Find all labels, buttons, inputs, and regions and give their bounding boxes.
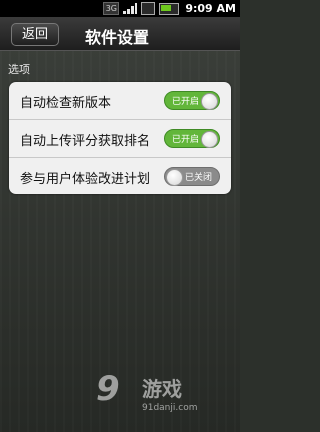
- section-label: 选项: [8, 63, 30, 76]
- toggle-knob: [201, 131, 218, 148]
- toggle-state-label: 已开启: [172, 97, 200, 107]
- setting-row-auto-check-update[interactable]: 自动检查新版本 已开启: [9, 82, 231, 120]
- settings-panel: 自动检查新版本 已开启 自动上传评分获取排名 已开启 参与用户体验改进计划 已关…: [9, 82, 231, 194]
- network-3g-icon: 3G: [103, 2, 120, 15]
- setting-label: 参与用户体验改进计划: [20, 172, 151, 187]
- page-title: 软件设置: [85, 28, 150, 47]
- usb-icon: [141, 2, 156, 15]
- setting-row-auto-upload-score[interactable]: 自动上传评分获取排名 已开启: [9, 120, 231, 158]
- watermark-url: 91danji.com: [142, 403, 198, 413]
- auto-upload-score-toggle[interactable]: 已开启: [164, 129, 220, 148]
- watermark-text: 游戏: [142, 377, 182, 401]
- toggle-state-label: 已关闭: [184, 173, 212, 183]
- setting-row-user-experience-program[interactable]: 参与用户体验改进计划 已关闭: [9, 158, 231, 194]
- back-button[interactable]: 返回: [11, 23, 59, 46]
- toggle-state-label: 已开启: [172, 135, 200, 145]
- watermark: 9 游戏 91danji.com: [96, 369, 236, 429]
- setting-label: 自动检查新版本: [20, 96, 112, 111]
- watermark-logo: 9: [96, 369, 120, 409]
- status-bar: 3G 9:09 AM: [0, 0, 240, 17]
- signal-strength-icon: [123, 3, 138, 14]
- toggle-knob: [166, 169, 183, 186]
- battery-icon: [159, 2, 180, 15]
- user-experience-program-toggle[interactable]: 已关闭: [164, 167, 220, 186]
- title-bar: 返回 软件设置: [0, 17, 240, 51]
- setting-label: 自动上传评分获取排名: [20, 134, 151, 149]
- status-time: 9:09 AM: [185, 2, 236, 15]
- auto-check-update-toggle[interactable]: 已开启: [164, 91, 220, 110]
- toggle-knob: [201, 93, 218, 110]
